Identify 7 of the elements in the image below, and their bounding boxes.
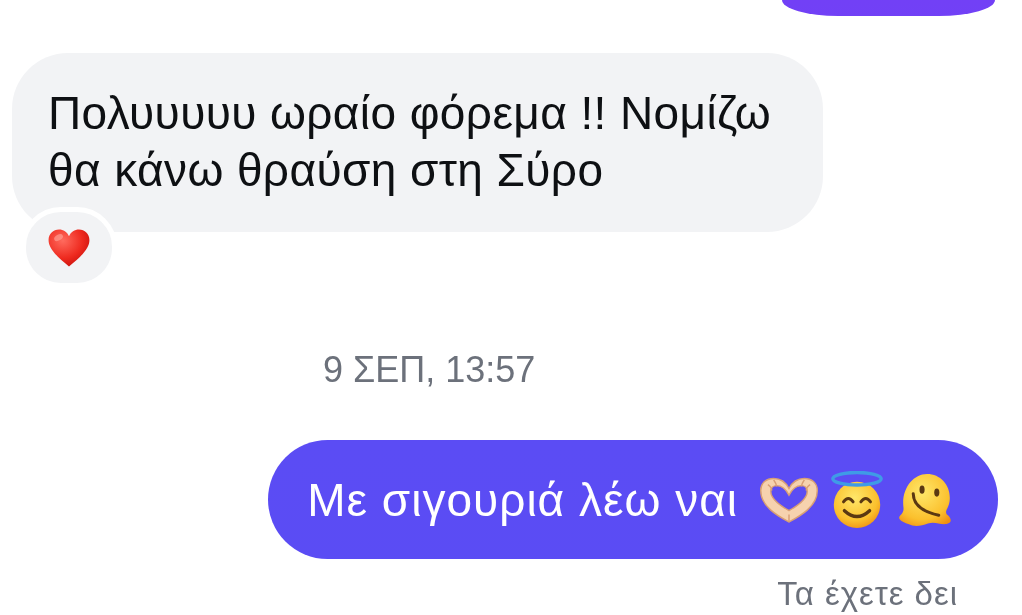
message-timestamp: 9 ΣΕΠ, 13:57 [323, 349, 536, 390]
heart-icon [48, 228, 90, 267]
seen-status: Τα έχετε δει [777, 577, 958, 611]
heart-hands-icon [759, 476, 819, 523]
message-text: Με σιγουριά λέω ναι [307, 472, 738, 527]
halo-smiley-icon [828, 470, 886, 529]
message-text: Πολυυυυυ ωραίο φόρεμα !! Νομίζω θα κάνω θραύση στη Σύρο [48, 87, 771, 196]
